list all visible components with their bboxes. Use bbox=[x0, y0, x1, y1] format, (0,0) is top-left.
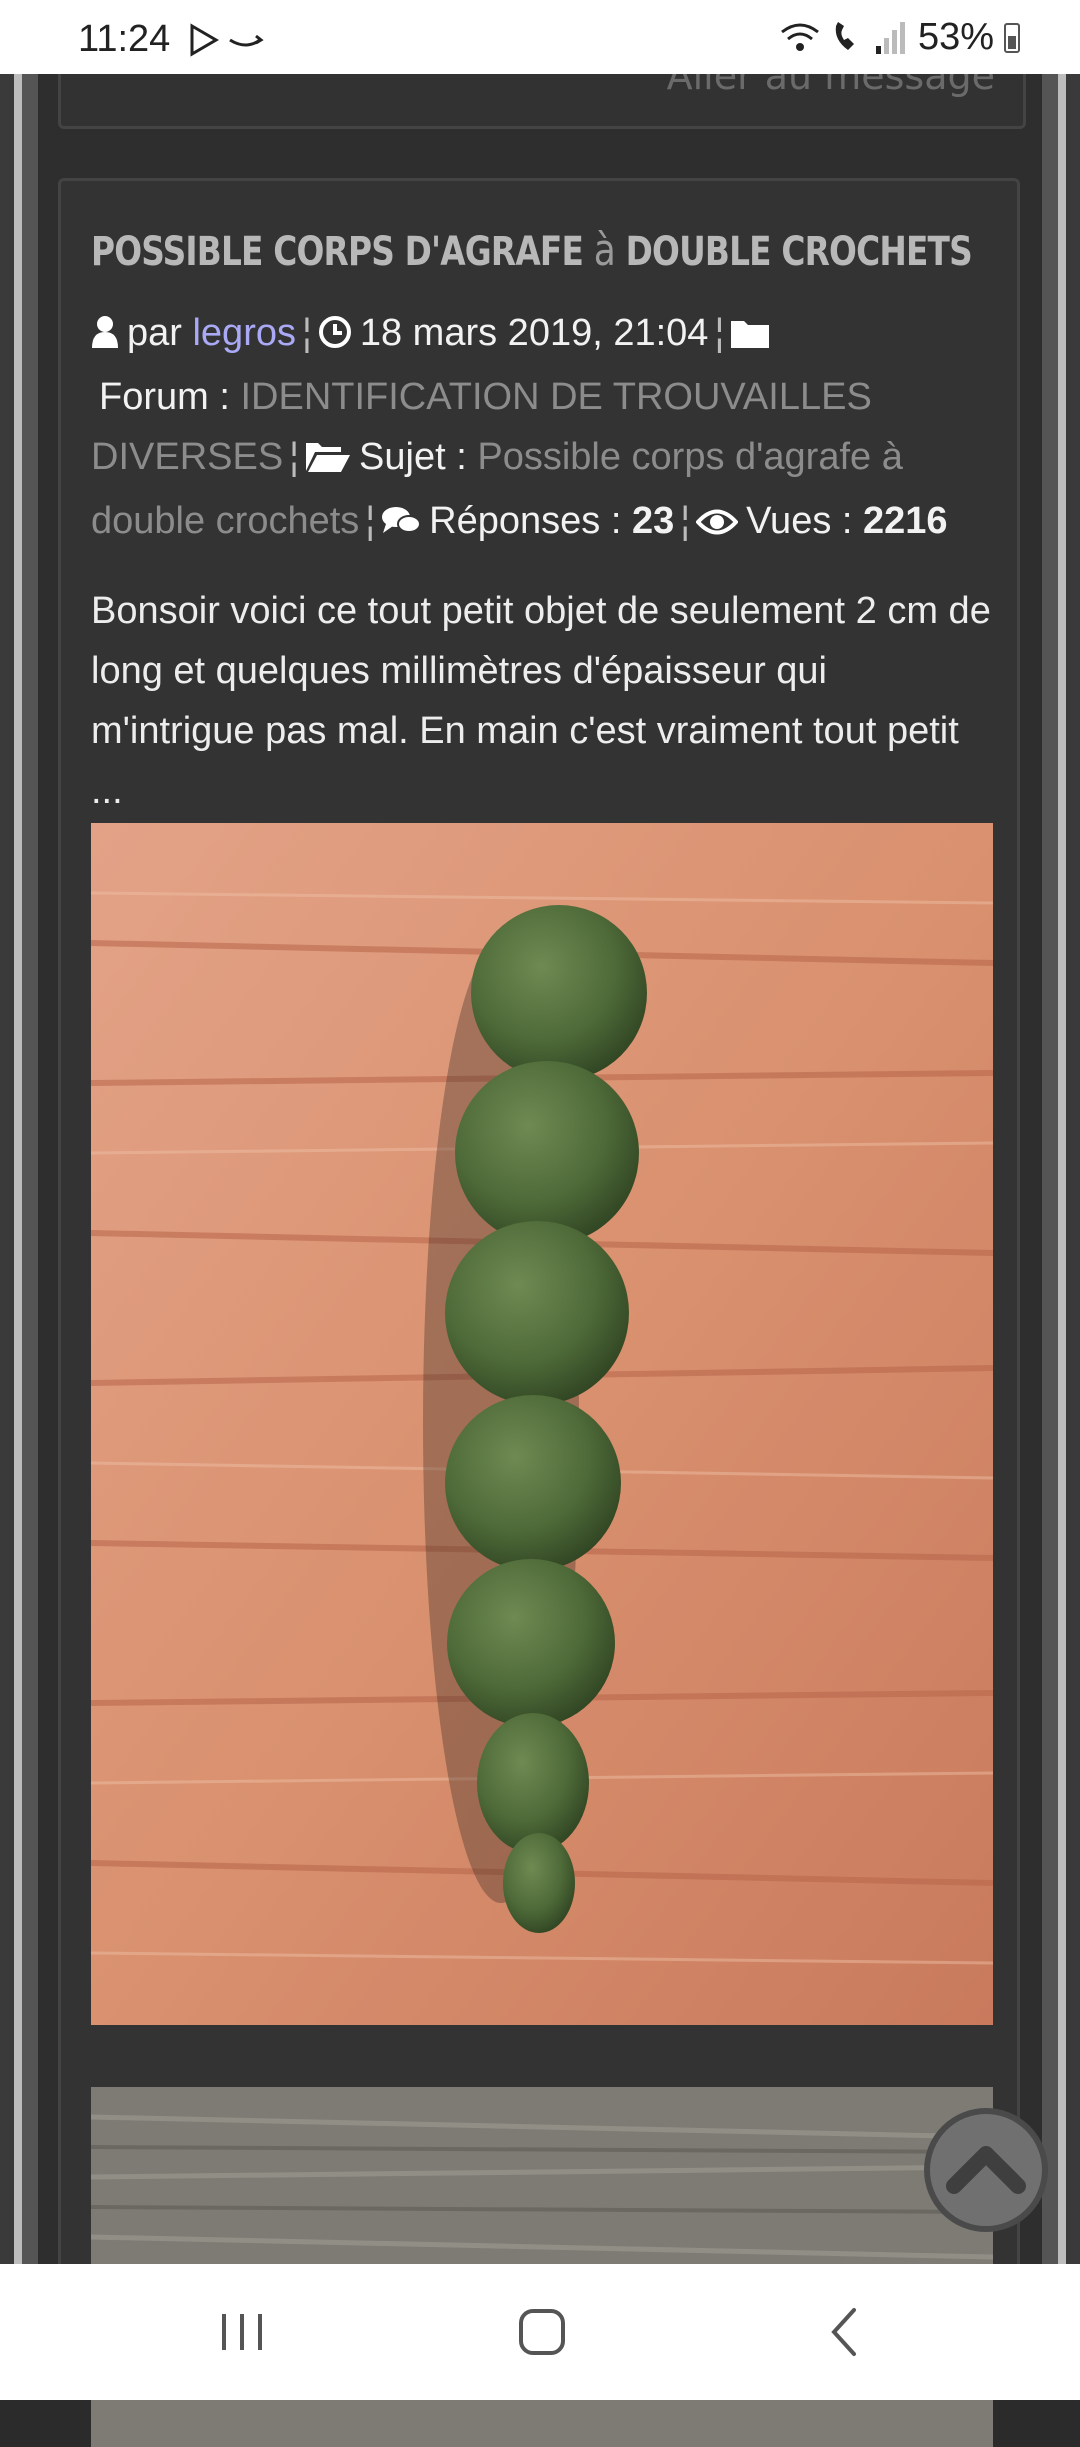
frame-edge-right bbox=[1058, 74, 1066, 2264]
meta-separator: ¦ bbox=[680, 500, 691, 542]
folder-open-icon bbox=[305, 431, 351, 491]
signal-icon bbox=[875, 21, 905, 54]
chevron-up-icon bbox=[946, 2146, 1026, 2194]
artifact-photo bbox=[91, 823, 993, 2025]
frame-inner-left bbox=[22, 74, 38, 2264]
frame-inner-right bbox=[1042, 74, 1058, 2264]
post-title-part1: POSSIBLE CORPS D'AGRAFE bbox=[91, 229, 584, 275]
status-bar: 11:24 53% bbox=[0, 0, 1080, 74]
battery-icon bbox=[1004, 22, 1020, 53]
post-title-part3: DOUBLE CROCHETS bbox=[625, 229, 973, 275]
by-label: par bbox=[127, 312, 182, 354]
user-icon bbox=[91, 307, 119, 367]
post-date: 18 mars 2019, 21:04 bbox=[359, 312, 709, 354]
battery-percent: 53% bbox=[917, 16, 994, 58]
play-store-icon bbox=[190, 23, 219, 57]
previous-post-card: Aller au message bbox=[58, 74, 1026, 129]
views-count: 2216 bbox=[863, 500, 948, 542]
post-title-part2: à bbox=[593, 225, 616, 276]
wifi-calling-icon bbox=[781, 23, 819, 51]
goto-message-link[interactable]: Aller au message bbox=[667, 74, 995, 98]
post-image[interactable] bbox=[91, 823, 993, 2025]
views-label: Vues : bbox=[746, 500, 853, 542]
status-time: 11:24 bbox=[78, 18, 171, 60]
post-body: Bonsoir voici ce tout petit objet de seu… bbox=[91, 590, 991, 812]
back-icon[interactable] bbox=[816, 2302, 876, 2362]
clock-icon bbox=[318, 307, 352, 367]
forum-label: Forum : bbox=[99, 376, 230, 418]
subject-label: Sujet : bbox=[359, 436, 467, 478]
recent-apps-icon[interactable] bbox=[212, 2302, 272, 2362]
comments-icon bbox=[381, 495, 422, 555]
status-right: 53% bbox=[780, 16, 1020, 59]
amazon-icon bbox=[229, 34, 265, 47]
post-card: POSSIBLE CORPS D'AGRAFE à DOUBLE CROCHET… bbox=[58, 178, 1020, 2447]
meta-separator: ¦ bbox=[289, 436, 300, 478]
meta-separator: ¦ bbox=[714, 312, 725, 354]
meta-separator: ¦ bbox=[365, 500, 376, 542]
replies-count: 23 bbox=[631, 500, 675, 542]
post-title[interactable]: POSSIBLE CORPS D'AGRAFE à DOUBLE CROCHET… bbox=[91, 225, 973, 276]
frame-edge-left bbox=[14, 74, 22, 2264]
replies-label: Réponses : bbox=[429, 500, 622, 542]
post-meta: par legros ¦ 18 mars 2019, 21:04 ¦ Forum : … bbox=[91, 303, 996, 555]
volte-icon bbox=[835, 21, 854, 50]
author-link[interactable]: legros bbox=[192, 312, 296, 354]
eye-icon bbox=[695, 495, 739, 555]
folder-icon bbox=[730, 307, 770, 367]
home-icon[interactable] bbox=[512, 2302, 572, 2362]
meta-separator: ¦ bbox=[301, 312, 312, 354]
status-app-icons bbox=[186, 22, 266, 63]
navigation-bar bbox=[0, 2264, 1080, 2400]
scroll-to-top-button[interactable] bbox=[924, 2108, 1048, 2232]
